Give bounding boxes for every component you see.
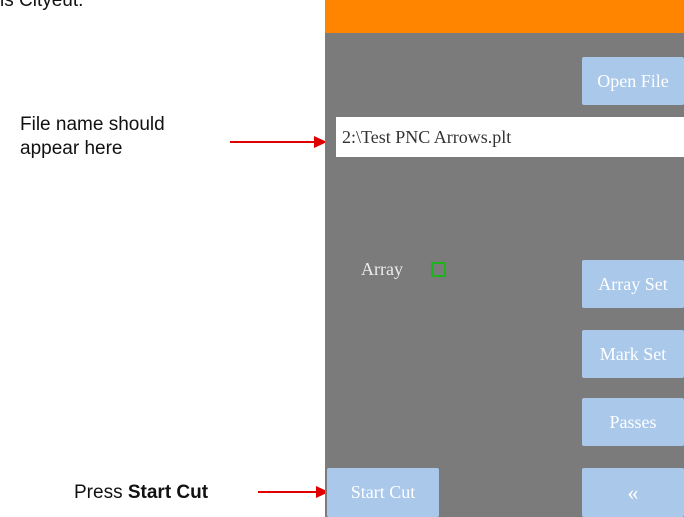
annotation-line-1: File name should xyxy=(20,114,165,135)
annotation-start-cut-bold: Start Cut xyxy=(127,482,209,503)
cutter-control-panel: Open File 2:\Test PNC Arrows.plt Array A… xyxy=(325,0,684,517)
annotation-press-text: Press xyxy=(74,482,128,503)
file-name-annotation: File name should appear here xyxy=(20,113,165,161)
annotation-line-2: appear here xyxy=(20,138,123,159)
file-name-field[interactable]: 2:\Test PNC Arrows.plt xyxy=(336,117,684,157)
mark-set-button[interactable]: Mark Set xyxy=(582,330,684,378)
cropped-header-text: is Cityeut. xyxy=(0,0,84,11)
back-button[interactable]: « xyxy=(582,468,684,517)
arrow-to-start-cut-icon xyxy=(258,486,329,498)
start-cut-button[interactable]: Start Cut xyxy=(327,468,439,517)
arrow-to-filename-icon xyxy=(230,136,327,148)
start-cut-annotation: Press Start Cut xyxy=(74,481,208,505)
array-set-button[interactable]: Array Set xyxy=(582,260,684,308)
array-checkbox[interactable] xyxy=(431,262,446,277)
array-label: Array xyxy=(361,259,403,279)
orange-title-bar xyxy=(325,0,684,33)
passes-button[interactable]: Passes xyxy=(582,398,684,446)
open-file-button[interactable]: Open File xyxy=(582,57,684,105)
